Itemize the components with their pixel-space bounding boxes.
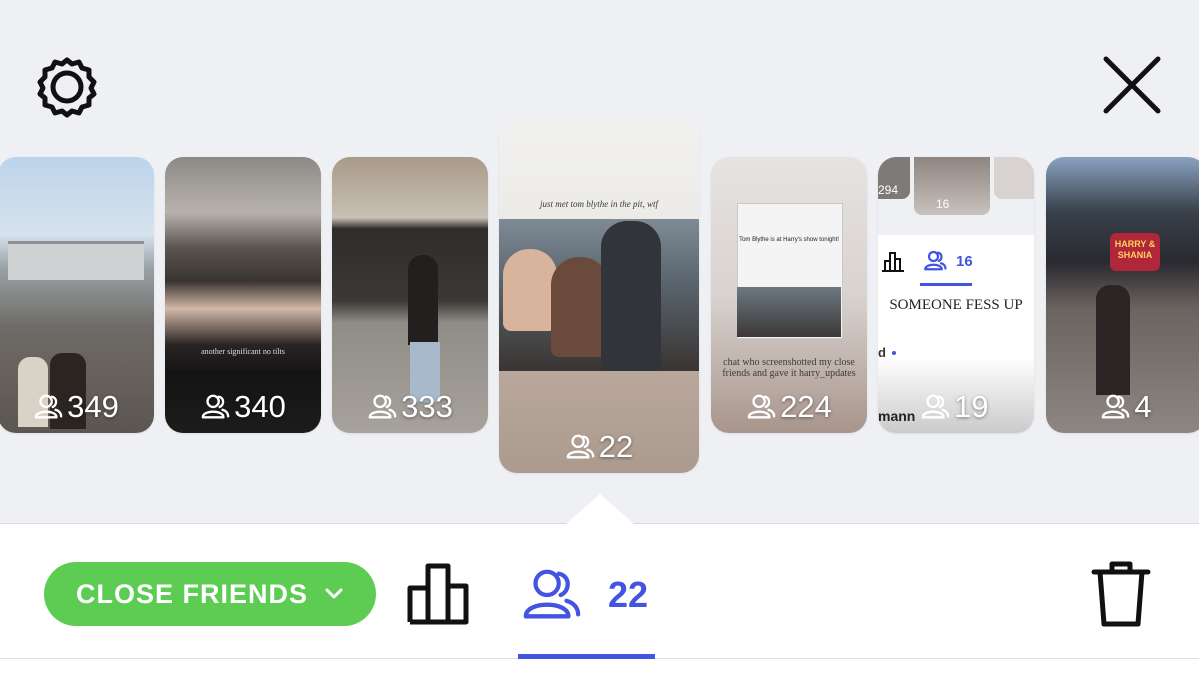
viewers-icon: [34, 394, 63, 419]
insights-button[interactable]: [404, 560, 476, 630]
story-thumbnail[interactable]: another significant no tilts 340: [165, 157, 321, 433]
viewers-icon: [201, 394, 230, 419]
story-inner-caption: Tom Blythe is at Harry's show tonight!: [739, 237, 839, 243]
viewer-count-value: 22: [598, 429, 634, 464]
viewer-count: 349: [0, 389, 154, 425]
story-thumbnail-selected[interactable]: just met tom blythe in the pit, wtf 22: [499, 117, 699, 473]
settings-button[interactable]: [32, 56, 102, 118]
delete-button[interactable]: [1088, 558, 1154, 630]
viewers-icon: [747, 394, 776, 419]
story-caption: another significant no tilts: [201, 347, 285, 356]
chevron-down-icon: [325, 588, 343, 599]
story-thumbnail[interactable]: HARRY & SHANIA 4: [1046, 157, 1199, 433]
viewers-count: 22: [608, 574, 649, 615]
viewer-count-value: 340: [234, 389, 286, 424]
story-caption: chat who screenshotted my close friends …: [722, 357, 856, 379]
viewer-count: 224: [711, 389, 867, 425]
viewer-count: 340: [165, 389, 321, 425]
tab-viewers-count: 16: [956, 253, 973, 270]
viewers-icon: [368, 394, 397, 419]
viewer-count: 4: [1046, 389, 1199, 425]
viewer-count: 22: [499, 429, 699, 465]
viewer-count-value: 19: [954, 389, 989, 424]
viewer-count-value: 224: [780, 389, 832, 424]
stage-sign: HARRY & SHANIA: [1114, 239, 1156, 260]
story-thumbnail[interactable]: 294 16 16 SOMEONE FESS UP d mann 19: [878, 157, 1034, 433]
viewers-icon: [924, 250, 947, 271]
trash-icon: [1091, 561, 1151, 627]
close-friends-dropdown[interactable]: CLOSE FRIENDS: [44, 562, 376, 626]
bar-chart-icon: [407, 563, 469, 625]
viewers-icon: [523, 569, 581, 619]
viewer-count: 19: [878, 389, 1034, 425]
bar-chart-icon: [882, 252, 904, 272]
viewer-count-value: 333: [401, 389, 453, 424]
story-thumbnail[interactable]: 349: [0, 157, 154, 433]
viewers-icon: [566, 434, 595, 459]
peek-count: 294: [878, 183, 899, 197]
story-headline: SOMEONE FESS UP: [889, 297, 1023, 313]
close-icon: [1103, 56, 1161, 114]
viewers-icon: [921, 394, 950, 419]
viewer-count-value: 4: [1134, 389, 1152, 424]
active-tab-indicator: [518, 654, 655, 659]
viewers-tab[interactable]: 22: [512, 560, 660, 660]
viewer-count: 333: [332, 389, 488, 425]
viewers-icon: [1102, 394, 1130, 419]
story-caption: just met tom blythe in the pit, wtf: [540, 199, 658, 209]
peek-viewers: 16: [936, 197, 950, 211]
selection-pointer: [566, 494, 634, 524]
close-button[interactable]: [1098, 52, 1166, 118]
audience-label: CLOSE FRIENDS: [75, 578, 309, 609]
viewer-count-value: 349: [67, 389, 119, 424]
gear-icon: [37, 57, 97, 118]
story-thumbnail[interactable]: 333: [332, 157, 488, 433]
story-thumbnail[interactable]: Tom Blythe is at Harry's show tonight! c…: [711, 157, 867, 433]
